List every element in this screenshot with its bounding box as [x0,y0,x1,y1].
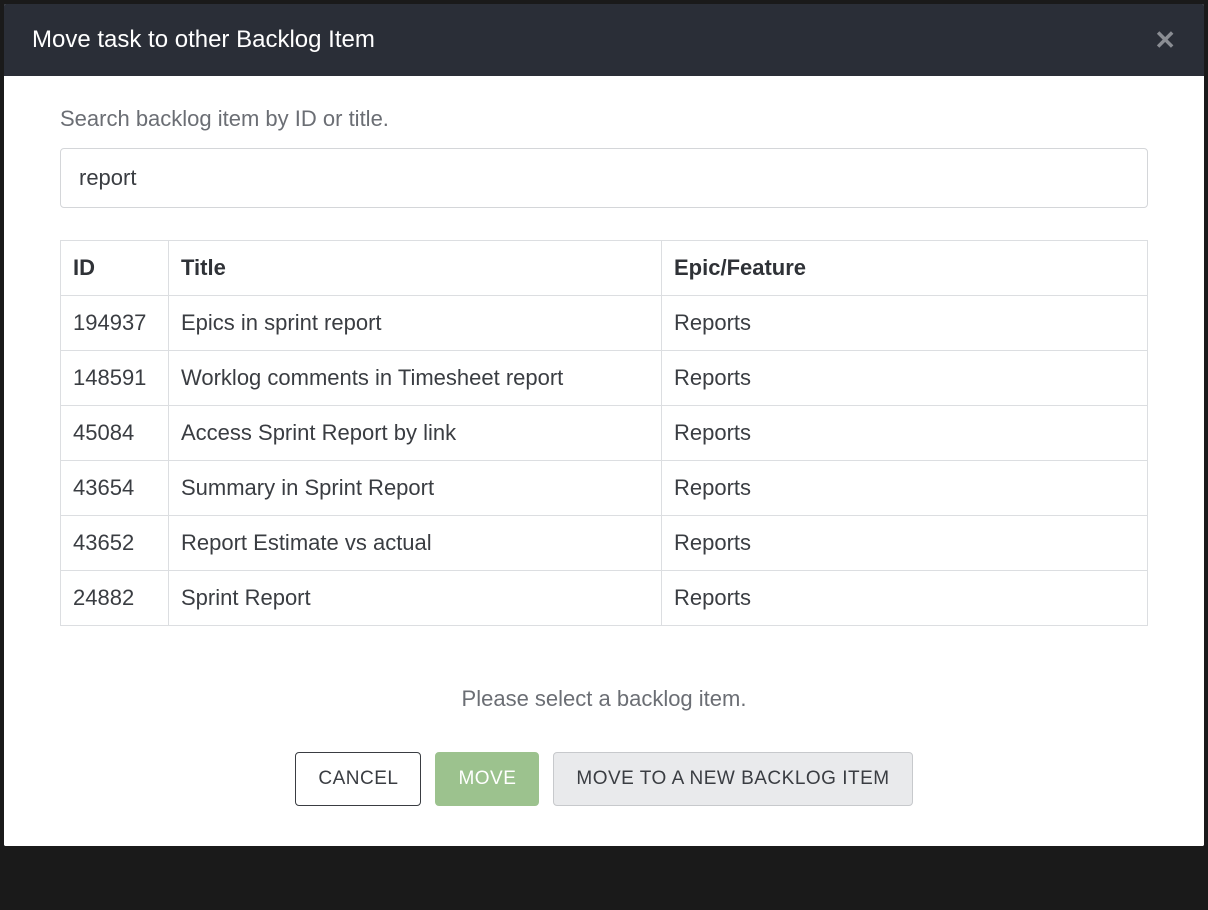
cell-title: Summary in Sprint Report [169,461,662,516]
modal-title: Move task to other Backlog Item [32,26,375,54]
cell-title: Epics in sprint report [169,296,662,351]
search-label: Search backlog item by ID or title. [60,106,1148,132]
cell-title: Access Sprint Report by link [169,406,662,461]
modal-body: Search backlog item by ID or title. ID T… [4,76,1204,846]
table-row[interactable]: 24882Sprint ReportReports [61,571,1148,626]
move-new-backlog-button[interactable]: MOVE TO A NEW BACKLOG ITEM [553,752,912,806]
cell-epic: Reports [662,296,1148,351]
close-icon[interactable]: ✕ [1154,27,1176,53]
table-row[interactable]: 148591Worklog comments in Timesheet repo… [61,351,1148,406]
cell-title: Report Estimate vs actual [169,516,662,571]
move-button[interactable]: MOVE [435,752,539,806]
cell-title: Sprint Report [169,571,662,626]
header-id: ID [61,241,169,296]
cell-id: 43652 [61,516,169,571]
cell-id: 24882 [61,571,169,626]
cell-id: 194937 [61,296,169,351]
cell-id: 148591 [61,351,169,406]
search-input[interactable] [60,148,1148,208]
move-task-modal: Move task to other Backlog Item ✕ Search… [4,4,1204,846]
cell-epic: Reports [662,461,1148,516]
table-row[interactable]: 43652Report Estimate vs actualReports [61,516,1148,571]
hint-text: Please select a backlog item. [60,686,1148,712]
table-row[interactable]: 45084Access Sprint Report by linkReports [61,406,1148,461]
cell-epic: Reports [662,406,1148,461]
cancel-button[interactable]: CANCEL [295,752,421,806]
cell-epic: Reports [662,516,1148,571]
header-title: Title [169,241,662,296]
modal-header: Move task to other Backlog Item ✕ [4,4,1204,76]
table-row[interactable]: 43654Summary in Sprint ReportReports [61,461,1148,516]
table-header-row: ID Title Epic/Feature [61,241,1148,296]
cell-id: 43654 [61,461,169,516]
cell-epic: Reports [662,571,1148,626]
results-table: ID Title Epic/Feature 194937Epics in spr… [60,240,1148,626]
cell-title: Worklog comments in Timesheet report [169,351,662,406]
cell-id: 45084 [61,406,169,461]
table-row[interactable]: 194937Epics in sprint reportReports [61,296,1148,351]
header-epic: Epic/Feature [662,241,1148,296]
cell-epic: Reports [662,351,1148,406]
button-row: CANCEL MOVE MOVE TO A NEW BACKLOG ITEM [60,752,1148,806]
